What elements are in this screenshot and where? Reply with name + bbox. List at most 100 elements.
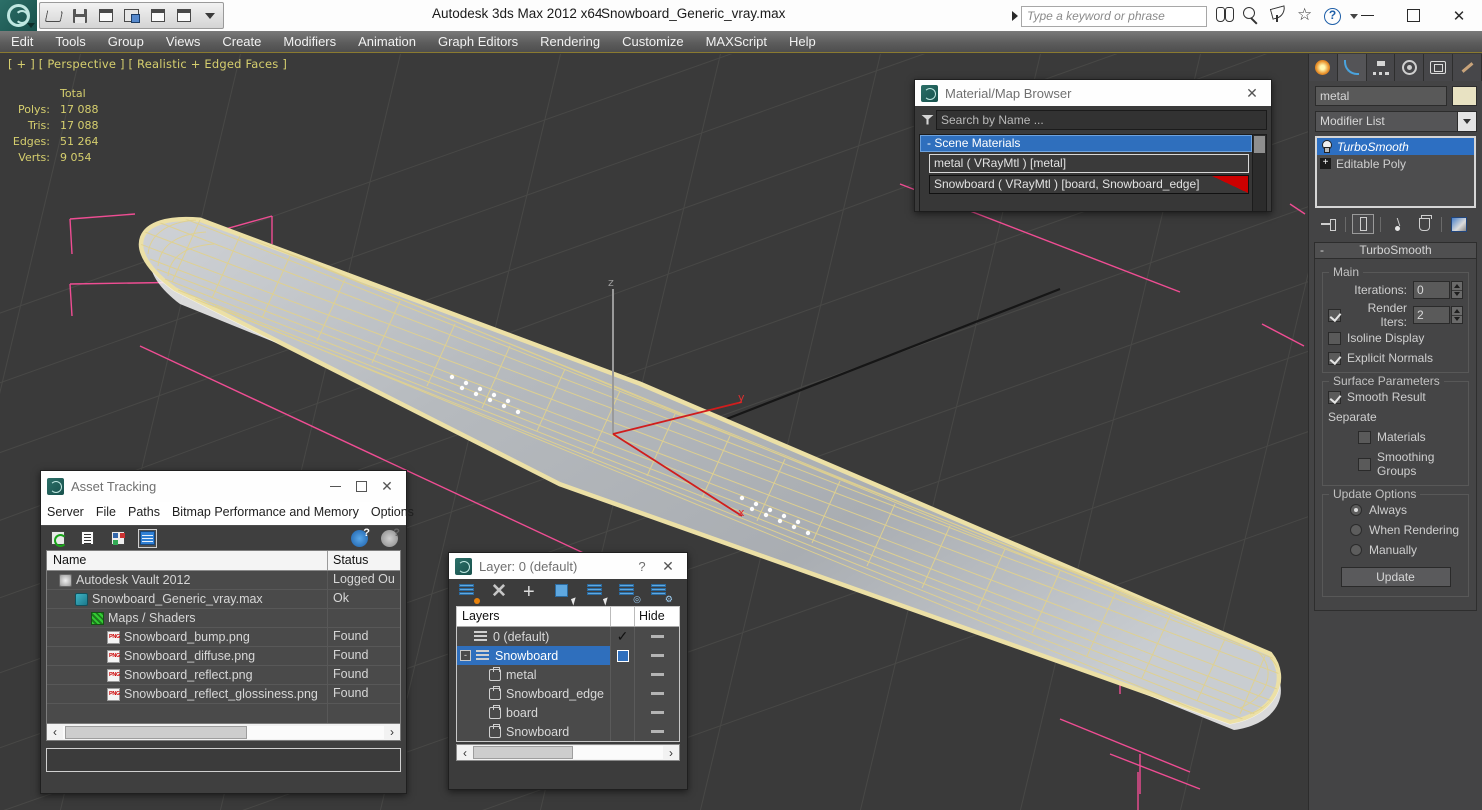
scroll-right-icon[interactable]: › [384, 725, 400, 739]
import-icon[interactable] [122, 6, 141, 25]
material-list-scrollbar[interactable] [1252, 135, 1266, 211]
stack-item-turbosmooth[interactable]: TurboSmooth [1317, 138, 1474, 155]
layer-window-help-button[interactable]: ? [629, 554, 655, 578]
expander-icon[interactable]: - [460, 650, 471, 661]
menu-tools[interactable]: Tools [44, 31, 96, 53]
material-browser-close-button[interactable]: ✕ [1239, 81, 1265, 105]
star-icon[interactable]: ☆ [1297, 6, 1315, 25]
asset-tracking-maximize-button[interactable] [348, 475, 374, 499]
table-row[interactable] [47, 704, 400, 723]
delete-layer-icon[interactable]: ✕ [491, 582, 510, 602]
material-list[interactable]: - Scene Materials metal ( VRayMtl ) [met… [919, 134, 1267, 212]
table-row[interactable]: Snowboard_Generic_vray.max Ok [47, 590, 400, 609]
menu-graph-editors[interactable]: Graph Editors [427, 31, 529, 53]
asset-table[interactable]: Name Status Autodesk Vault 2012 Logged O… [46, 550, 401, 724]
remove-modifier-icon[interactable] [1413, 214, 1435, 234]
column-header-status[interactable]: Status [328, 551, 400, 570]
material-item-metal[interactable]: metal ( VRayMtl ) [metal] [929, 154, 1249, 173]
menu-modifiers[interactable]: Modifiers [272, 31, 347, 53]
configure-sets-icon[interactable] [1448, 214, 1470, 234]
select-objects-icon[interactable] [555, 583, 579, 606]
quick-access-dropdown-icon[interactable] [200, 6, 219, 25]
globe-help-icon[interactable] [350, 527, 370, 548]
explicit-normals-checkbox[interactable] [1328, 351, 1341, 365]
table-row[interactable]: Snowboard_reflect_glossiness.png Found [47, 685, 400, 704]
separate-materials-checkbox[interactable] [1358, 430, 1371, 444]
menu-maxscript[interactable]: MAXScript [695, 31, 778, 53]
iterations-input[interactable]: 0 [1413, 281, 1450, 299]
asset-tracking-minimize-button[interactable] [322, 475, 348, 499]
magnifier-icon[interactable] [1243, 7, 1261, 25]
isoline-display-checkbox[interactable] [1328, 331, 1341, 345]
menu-options[interactable]: Options [371, 505, 414, 519]
material-search-input[interactable]: Search by Name ... [936, 109, 1267, 130]
table-row[interactable]: Snowboard_reflect.png Found [47, 666, 400, 685]
menu-paths[interactable]: Paths [128, 505, 160, 519]
scroll-track[interactable] [63, 725, 384, 739]
column-header-name[interactable]: Name [47, 551, 328, 570]
layer-row-snowboard-object[interactable]: Snowboard [457, 722, 679, 741]
update-button[interactable]: Update [1340, 567, 1451, 587]
open-file-icon[interactable] [44, 6, 63, 25]
new-scene-icon[interactable] [96, 6, 115, 25]
maximize-button[interactable] [1390, 0, 1436, 31]
table-row[interactable]: Snowboard_diffuse.png Found [47, 647, 400, 666]
scene-materials-group[interactable]: - Scene Materials [920, 135, 1252, 152]
update-manually-radio[interactable] [1350, 544, 1362, 556]
menu-bitmap-performance[interactable]: Bitmap Performance and Memory [172, 505, 359, 519]
asset-tracking-close-button[interactable]: ✕ [374, 475, 400, 499]
search-expand-icon[interactable] [1012, 11, 1018, 21]
update-when-rendering-row[interactable]: When Rendering [1328, 523, 1463, 537]
filter-funnel-icon[interactable] [919, 111, 936, 128]
asset-tracking-status-field[interactable] [46, 748, 401, 772]
display-tab[interactable] [1424, 54, 1454, 81]
layer-list[interactable]: Layers Hide 0 (default) ✓ - Snowboard met… [456, 606, 680, 742]
group-collapse-icon[interactable]: - [927, 136, 931, 150]
separate-smoothing-groups-row[interactable]: Smoothing Groups [1328, 450, 1463, 478]
object-color-swatch[interactable] [1452, 86, 1477, 106]
lightbulb-icon[interactable] [1320, 140, 1332, 153]
layer-hide-toggle[interactable] [650, 711, 664, 714]
select-highlighted-icon[interactable] [587, 583, 611, 606]
layer-hide-toggle[interactable] [650, 635, 664, 638]
menu-group[interactable]: Group [97, 31, 155, 53]
undo-window-icon[interactable] [148, 6, 167, 25]
list-view-icon[interactable] [78, 529, 97, 548]
render-iters-checkbox[interactable] [1328, 308, 1341, 322]
viewport-label[interactable]: [ + ] [ Perspective ] [ Realistic + Edge… [8, 57, 287, 71]
separate-smoothing-groups-checkbox[interactable] [1358, 457, 1371, 471]
object-name-input[interactable]: metal [1315, 86, 1447, 106]
hierarchy-tab[interactable] [1366, 54, 1396, 81]
render-iters-spinner[interactable] [1451, 306, 1463, 324]
layer-hide-toggle[interactable] [650, 692, 664, 695]
stack-item-editable-poly[interactable]: + Editable Poly [1317, 155, 1474, 172]
scroll-track[interactable] [473, 746, 663, 759]
layer-row-board[interactable]: board [457, 703, 679, 722]
table-row[interactable]: Maps / Shaders [47, 609, 400, 628]
material-map-browser-window[interactable]: Material/Map Browser ✕ Search by Name ..… [914, 79, 1272, 212]
menu-rendering[interactable]: Rendering [529, 31, 611, 53]
asset-tracking-window[interactable]: Asset Tracking ✕ Server File Paths Bitmap P… [40, 470, 414, 794]
menu-help[interactable]: Help [778, 31, 827, 53]
scroll-right-icon[interactable]: › [663, 746, 679, 760]
add-to-layer-icon[interactable]: + [523, 582, 542, 602]
modifier-list-dropdown[interactable]: Modifier List [1315, 111, 1458, 132]
layer-list-hscrollbar[interactable]: ‹ › [456, 744, 680, 761]
menu-animation[interactable]: Animation [347, 31, 427, 53]
menu-server[interactable]: Server [47, 505, 84, 519]
render-iters-input[interactable]: 2 [1413, 306, 1450, 324]
app-logo-icon[interactable] [0, 0, 37, 31]
layer-hide-toggle[interactable] [650, 730, 664, 733]
create-tab[interactable] [1309, 54, 1338, 81]
redo-window-icon[interactable] [174, 6, 193, 25]
scroll-left-icon[interactable]: ‹ [457, 746, 473, 760]
column-header-on[interactable] [611, 607, 635, 626]
menu-views[interactable]: Views [155, 31, 211, 53]
asset-table-hscrollbar[interactable]: ‹ › [46, 724, 401, 741]
chevron-down-icon[interactable] [1458, 111, 1477, 132]
detail-view-icon[interactable] [108, 529, 127, 548]
menu-customize[interactable]: Customize [611, 31, 694, 53]
layer-row-metal[interactable]: metal [457, 665, 679, 684]
refresh-icon[interactable] [48, 529, 67, 548]
save-file-icon[interactable] [70, 6, 89, 25]
